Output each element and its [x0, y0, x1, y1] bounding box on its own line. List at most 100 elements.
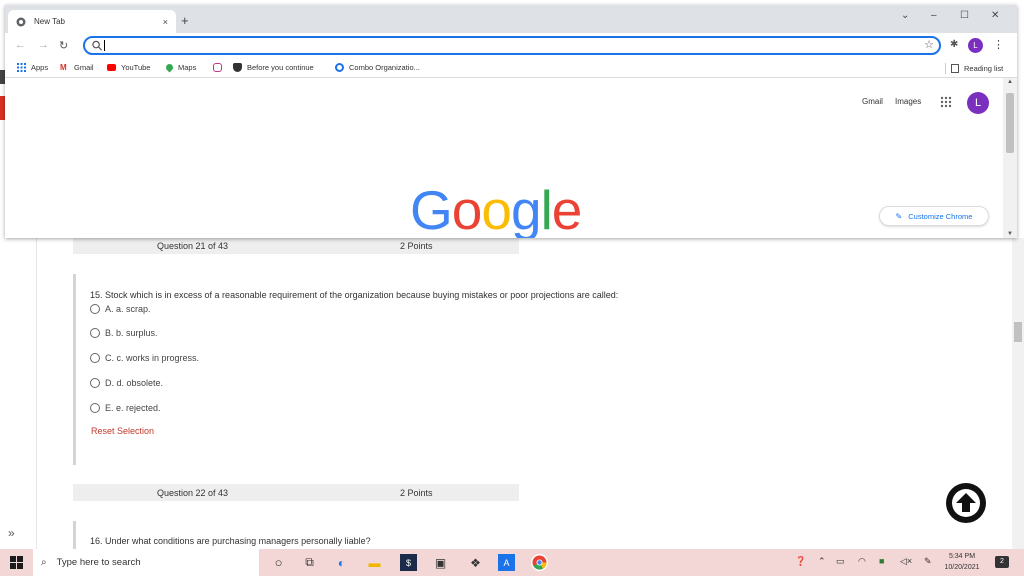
- new-tab-button[interactable]: +: [181, 13, 189, 28]
- option-e[interactable]: E. e. rejected.: [90, 402, 161, 414]
- option-b[interactable]: B. b. surplus.: [90, 327, 158, 339]
- option-c[interactable]: C. c. works in progress.: [90, 352, 199, 364]
- question-number: Question 21 of 43: [157, 241, 229, 251]
- ntp-scrollbar-thumb[interactable]: [1006, 93, 1014, 153]
- maximize-button[interactable]: ☐: [960, 10, 969, 21]
- gmail-link[interactable]: Gmail: [862, 97, 883, 106]
- customize-label: Customize Chrome: [908, 211, 973, 221]
- back-icon[interactable]: ←: [15, 39, 26, 51]
- reading-list-label: Reading list: [964, 64, 1004, 73]
- minimize-button[interactable]: –: [931, 10, 937, 21]
- adobe-icon[interactable]: A: [498, 554, 515, 571]
- display-icon[interactable]: ▭: [836, 556, 845, 567]
- scroll-down-icon[interactable]: ▼: [1007, 231, 1013, 237]
- ntp-scrollbar[interactable]: ▲ ▼: [1003, 78, 1017, 238]
- logo-letter: G: [410, 179, 453, 238]
- pencil-icon: ✎: [895, 211, 903, 221]
- chevron-up-icon[interactable]: ⌃: [818, 556, 826, 567]
- reload-icon[interactable]: ↻: [59, 39, 68, 52]
- reading-list-icon: [951, 64, 959, 73]
- radio-button[interactable]: [90, 353, 100, 363]
- forward-icon[interactable]: →: [38, 39, 49, 51]
- maps-pin-icon: [164, 62, 175, 73]
- tab-search-icon[interactable]: ⌄: [901, 10, 909, 21]
- bookmark-youtube[interactable]: YouTube: [107, 63, 150, 72]
- page-divider: [36, 238, 37, 549]
- reset-selection-link[interactable]: Reset Selection: [91, 426, 154, 436]
- bookmark-before-you-continue[interactable]: Before you continue: [233, 63, 314, 72]
- taskbar-search-box[interactable]: ⌕ Type here to search: [33, 549, 260, 576]
- taskbar-search-placeholder: Type here to search: [56, 557, 141, 568]
- chrome-taskbar-icon[interactable]: [531, 554, 548, 571]
- customize-chrome-button[interactable]: ✎ Customize Chrome: [879, 206, 989, 226]
- menu-kebab-icon[interactable]: ⋮: [993, 38, 1004, 51]
- address-bar[interactable]: ☆: [83, 36, 941, 55]
- bookmark-star-icon[interactable]: ☆: [924, 38, 934, 51]
- notifications-icon[interactable]: 2: [995, 556, 1009, 568]
- edge-icon[interactable]: ◐: [333, 554, 350, 571]
- wifi-icon[interactable]: ◠: [858, 556, 866, 567]
- question-22-block: [73, 521, 76, 549]
- help-icon[interactable]: ❓: [795, 556, 806, 567]
- account-avatar[interactable]: L: [967, 92, 989, 114]
- option-d[interactable]: D. d. obsolete.: [90, 377, 163, 389]
- radio-button[interactable]: [90, 304, 100, 314]
- dropbox-icon[interactable]: ❖: [467, 554, 484, 571]
- tab-strip: New Tab × + ⌄ – ☐ ✕: [5, 5, 1017, 33]
- new-tab-page: Gmail Images L Google ✎ Customize Chrome…: [5, 78, 1017, 238]
- cortana-icon[interactable]: ○: [270, 554, 287, 571]
- tab-title: New Tab: [34, 17, 65, 26]
- tab-new-tab[interactable]: New Tab ×: [8, 10, 176, 33]
- arrow-up-icon: [952, 489, 980, 517]
- logo-letter: o: [451, 179, 483, 238]
- bookmark-instagram[interactable]: [213, 63, 227, 72]
- store-app-icon[interactable]: $: [400, 554, 417, 571]
- radio-button[interactable]: [90, 403, 100, 413]
- bookmark-label: Gmail: [74, 63, 94, 72]
- profile-avatar[interactable]: L: [968, 38, 983, 53]
- radio-button[interactable]: [90, 328, 100, 338]
- option-label: A. a. scrap.: [105, 304, 151, 314]
- volume-mute-icon[interactable]: ◁×: [900, 556, 912, 567]
- question-22-header: Question 22 of 43 2 Points: [73, 484, 519, 501]
- close-window-button[interactable]: ✕: [991, 10, 999, 21]
- clock-time: 5:34 PM: [948, 553, 976, 560]
- microsoft-store-icon[interactable]: ▣: [432, 554, 449, 571]
- images-link[interactable]: Images: [895, 97, 921, 106]
- question-21-block: [73, 274, 76, 465]
- bookmark-maps[interactable]: Maps: [164, 62, 196, 73]
- shield-icon: [233, 63, 242, 72]
- scroll-to-top-button[interactable]: [946, 483, 986, 523]
- extensions-icon[interactable]: ✱: [950, 39, 958, 50]
- q-logo-icon: [335, 63, 344, 72]
- scroll-up-icon[interactable]: ▲: [1007, 79, 1013, 85]
- windows-start-icon[interactable]: [10, 556, 23, 569]
- task-view-icon[interactable]: ⧉: [301, 554, 318, 571]
- bookmark-apps[interactable]: Apps: [17, 63, 48, 72]
- app-tray-icon[interactable]: ■: [879, 556, 884, 566]
- search-icon: ⌕: [41, 557, 47, 568]
- bookmark-label: Before you continue: [247, 63, 314, 72]
- radio-button[interactable]: [90, 378, 100, 388]
- bookmark-label: YouTube: [121, 63, 151, 72]
- file-explorer-icon[interactable]: ▬: [366, 554, 383, 571]
- bookmark-combo[interactable]: Combo Organizatio...: [335, 63, 420, 72]
- logo-letter: o: [481, 179, 512, 238]
- expand-sidebar-button[interactable]: »: [8, 526, 15, 540]
- option-a[interactable]: A. a. scrap.: [90, 303, 151, 315]
- bookmark-gmail[interactable]: M Gmail: [60, 63, 94, 72]
- option-label: E. e. rejected.: [105, 403, 161, 413]
- system-clock[interactable]: 5:34 PM 10/20/2021: [937, 551, 987, 573]
- question-21-text: 15. Stock which is in excess of a reason…: [90, 290, 619, 300]
- chrome-window: New Tab × + ⌄ – ☐ ✕ ← → ↻ ☆ ✱ L ⋮ Apps M…: [5, 5, 1017, 238]
- tab-close-icon[interactable]: ×: [163, 17, 168, 27]
- google-apps-icon[interactable]: [940, 96, 952, 108]
- toolbar: ← → ↻ ☆ ✱ L ⋮: [5, 33, 1017, 58]
- page-scrollbar[interactable]: [1012, 238, 1024, 549]
- page-scrollbar-thumb[interactable]: [1014, 322, 1022, 342]
- reading-list-button[interactable]: Reading list: [945, 63, 1003, 74]
- pen-icon[interactable]: ✎: [924, 556, 932, 567]
- bookmark-label: Apps: [31, 63, 49, 72]
- taskbar: ⌕ Type here to search ○ ⧉ ◐ ▬ $ ▣ ❖ A ❓ …: [0, 549, 1024, 576]
- gmail-icon: M: [60, 63, 67, 72]
